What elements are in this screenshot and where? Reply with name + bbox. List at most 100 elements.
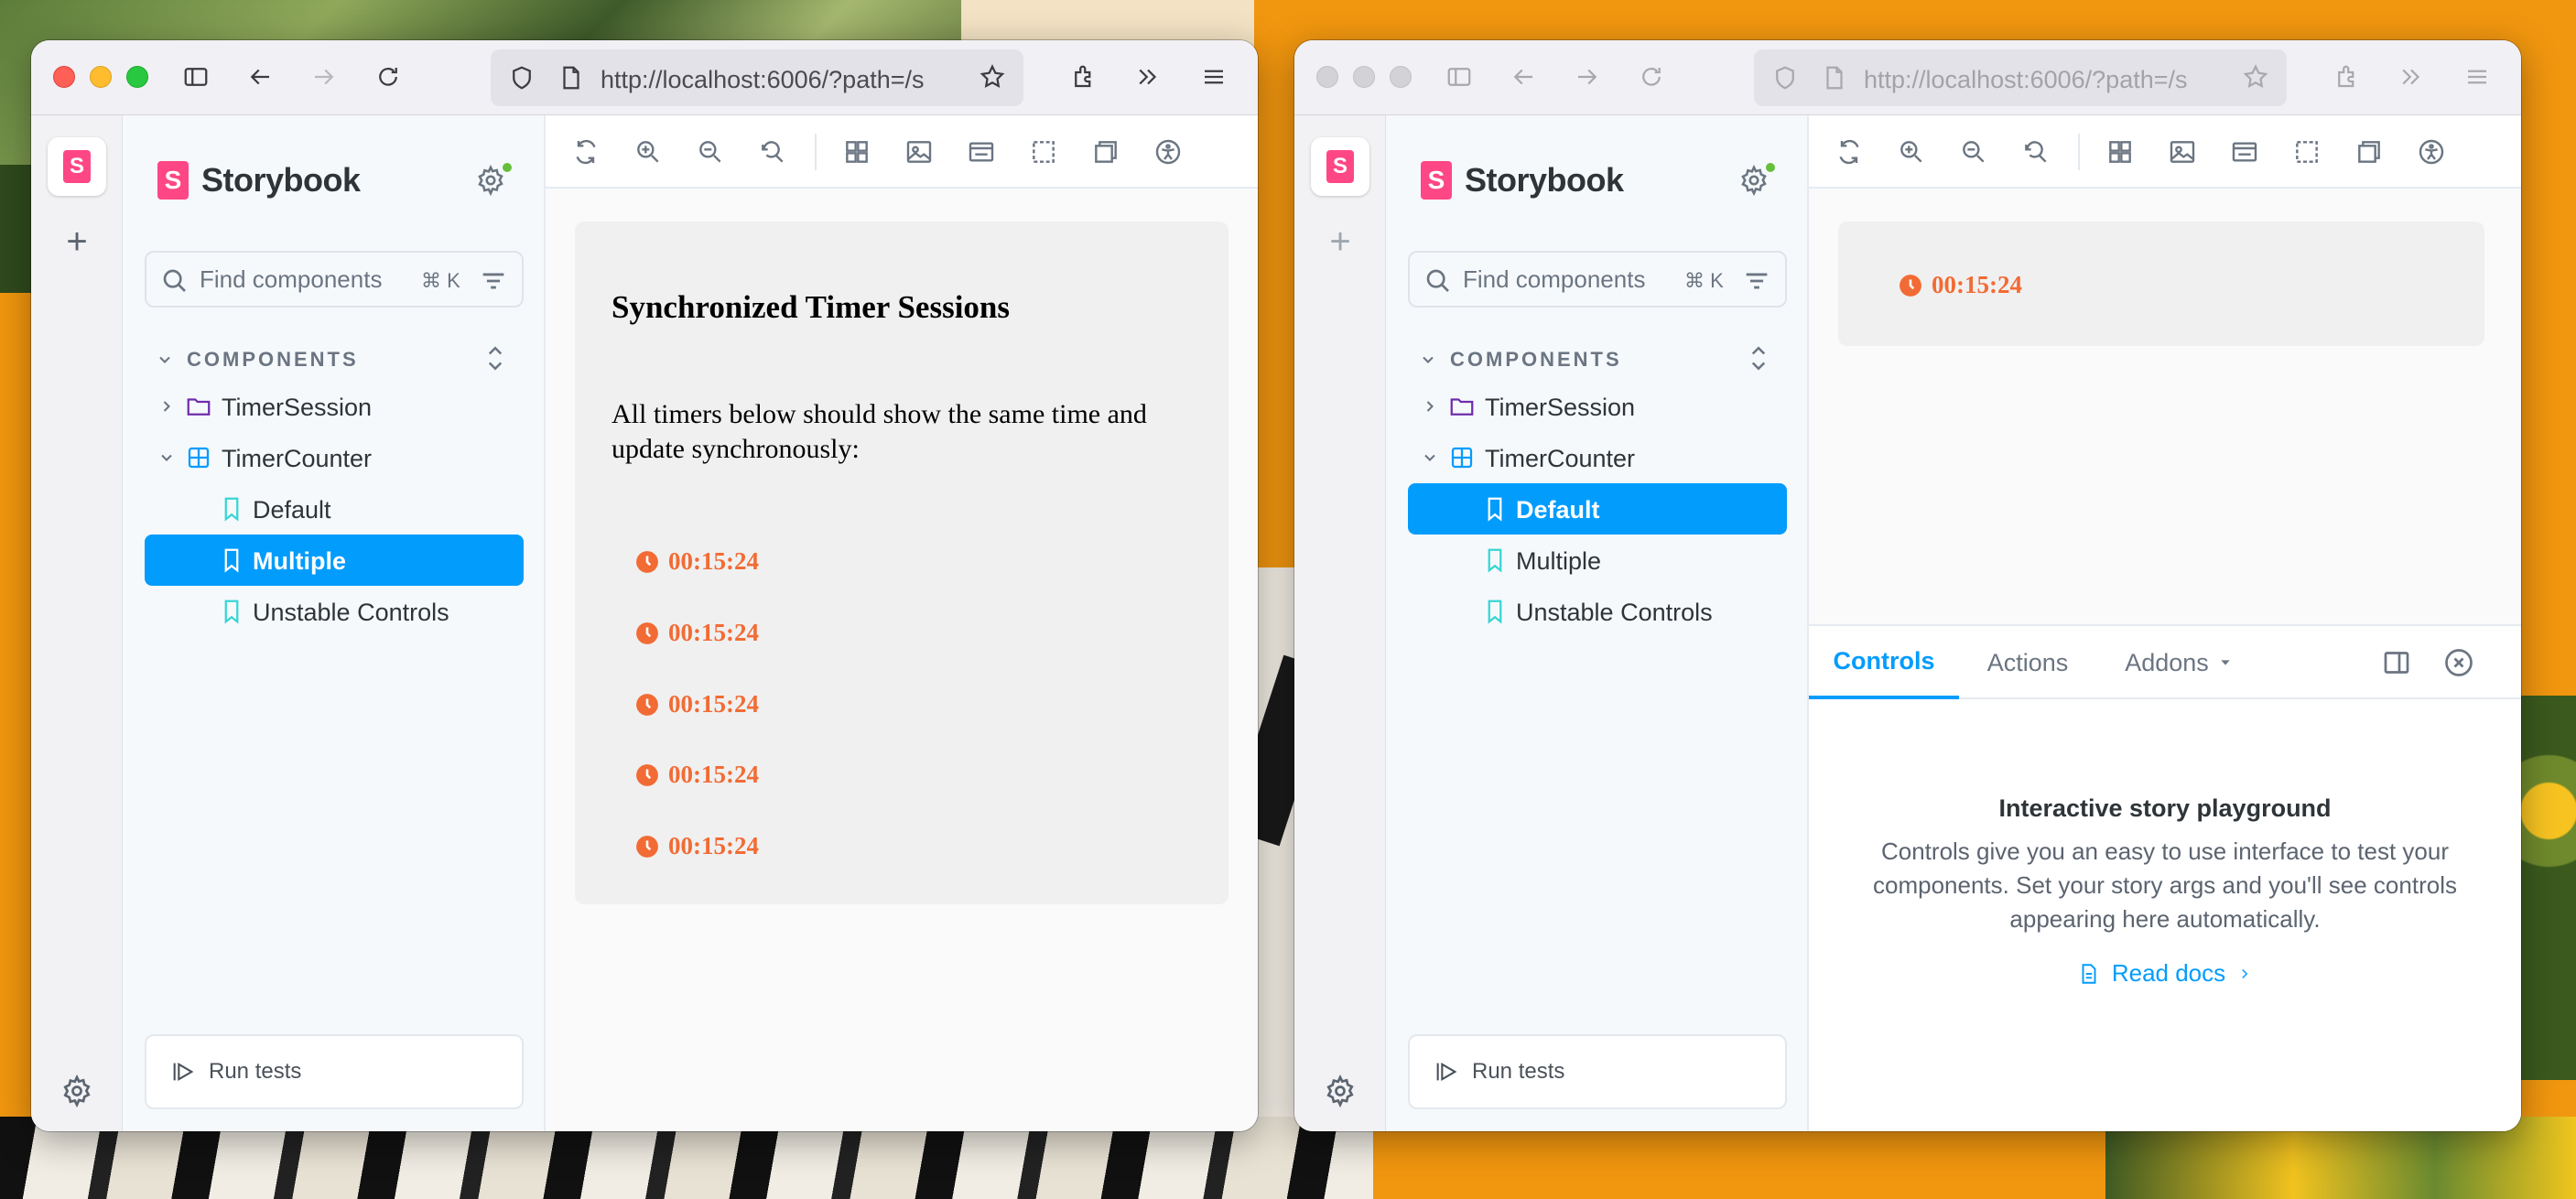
reload-icon[interactable] [1633,59,1670,95]
search-input[interactable] [200,264,410,295]
story-title: Synchronized Timer Sessions [612,289,1011,325]
url-text[interactable]: http://localhost:6006/?path=/s [1864,66,2221,94]
search-input[interactable] [1463,264,1673,295]
tree-item-timersession[interactable]: TimerSession [1408,381,1787,432]
story-description: All timers below should show the same ti… [612,399,1147,464]
close-icon[interactable] [2442,646,2475,679]
chevron-right-icon [1421,397,1439,416]
viewport-icon[interactable] [2226,134,2263,170]
minimize-window-button[interactable] [1353,66,1375,88]
storybook-app-icon[interactable]: S [48,137,106,196]
back-arrow-icon[interactable] [1505,59,1542,95]
search-box[interactable]: ⌘ K [145,251,524,308]
zoom-out-icon[interactable] [692,134,729,170]
tab-controls[interactable]: Controls [1809,626,1959,699]
panel-orientation-icon[interactable] [2380,646,2413,679]
shield-icon[interactable] [503,59,540,96]
grid-icon[interactable] [839,134,875,170]
extensions-icon[interactable] [1066,59,1102,95]
zoom-in-icon[interactable] [1893,134,1930,170]
story-canvas: 00:15:24 [1838,221,2484,346]
remount-icon[interactable] [568,134,604,170]
plus-icon[interactable]: + [59,223,95,260]
tree-item-default[interactable]: Default [1408,483,1787,535]
accessibility-icon[interactable] [1150,134,1186,170]
sidebar-toggle-icon[interactable] [178,59,214,95]
preview-toolbar [1809,115,2521,189]
overflow-icon[interactable] [1130,59,1166,95]
tree-item-default[interactable]: Default [145,483,524,535]
read-docs-label: Read docs [2111,959,2226,987]
url-bar[interactable]: http://localhost:6006/?path=/s [491,49,1023,106]
bookmark-star-icon[interactable] [974,59,1011,95]
storybook-logo[interactable]: S Storybook [157,161,361,200]
zoom-in-icon[interactable] [630,134,666,170]
tree-item-unstable-controls[interactable]: Unstable Controls [1408,586,1787,637]
zoom-reset-icon[interactable] [754,134,791,170]
tab-actions[interactable]: Actions [1959,626,2096,699]
expand-collapse-icon[interactable] [1745,342,1772,375]
clock-icon [636,621,658,644]
measure-icon[interactable] [1025,134,1062,170]
shield-icon[interactable] [1767,59,1803,96]
read-docs-link[interactable]: Read docs [1809,959,2521,988]
accessibility-icon[interactable] [2413,134,2450,170]
search-icon [159,265,189,295]
forward-arrow-icon[interactable] [1569,59,1606,95]
menu-icon[interactable] [2459,59,2495,95]
grid-icon[interactable] [2102,134,2138,170]
filter-icon[interactable] [1741,265,1772,297]
maximize-window-button[interactable] [126,66,148,88]
tree-item-timersession[interactable]: TimerSession [145,381,524,432]
tree-item-timercounter[interactable]: TimerCounter [1408,432,1787,483]
tree-item-timercounter[interactable]: TimerCounter [145,432,524,483]
background-image-icon[interactable] [901,134,937,170]
tree-item-multiple[interactable]: Multiple [1408,535,1787,586]
run-tests-label: Run tests [1472,1059,1565,1084]
outline-icon[interactable] [1088,134,1124,170]
brand-name: Storybook [1465,161,1624,199]
remount-icon[interactable] [1831,134,1867,170]
bookmark-icon [1481,546,1509,574]
reload-icon[interactable] [370,59,406,95]
close-window-button[interactable] [53,66,75,88]
search-box[interactable]: ⌘ K [1408,251,1787,308]
run-tests-button[interactable]: Run tests [145,1034,524,1109]
sidebar-toggle-icon[interactable] [1441,59,1477,95]
browser-content: S + S Storybook ⌘ K [1294,115,2521,1131]
url-bar[interactable]: http://localhost:6006/?path=/s [1754,49,2287,106]
minimize-window-button[interactable] [90,66,112,88]
overflow-icon[interactable] [2393,59,2430,95]
expand-collapse-icon[interactable] [482,342,509,375]
menu-icon[interactable] [1196,59,1232,95]
storybook-app-icon[interactable]: S [1311,137,1369,196]
tab-addons[interactable]: Addons [2096,626,2261,699]
components-section-header[interactable]: COMPONENTS [156,348,359,372]
viewport-icon[interactable] [963,134,1000,170]
maximize-window-button[interactable] [1390,66,1412,88]
url-text[interactable]: http://localhost:6006/?path=/s [601,66,958,94]
tree-item-unstable-controls[interactable]: Unstable Controls [145,586,524,637]
zoom-reset-icon[interactable] [2018,134,2054,170]
gear-icon[interactable] [60,1074,93,1108]
bookmark-star-icon[interactable] [2237,59,2274,95]
folder-icon [185,393,212,420]
extensions-icon[interactable] [2329,59,2365,95]
chevron-right-icon [157,397,176,416]
plus-icon[interactable]: + [1322,223,1358,260]
close-window-button[interactable] [1316,66,1338,88]
forward-arrow-icon[interactable] [306,59,342,95]
storybook-logo[interactable]: S Storybook [1421,161,1624,200]
run-tests-label: Run tests [209,1059,302,1084]
zoom-out-icon[interactable] [1955,134,1992,170]
tree-item-multiple[interactable]: Multiple [145,535,524,586]
gear-icon[interactable] [1324,1074,1357,1108]
outline-icon[interactable] [2351,134,2387,170]
run-tests-button[interactable]: Run tests [1408,1034,1787,1109]
background-image-icon[interactable] [2164,134,2201,170]
filter-icon[interactable] [478,265,509,297]
components-section-header[interactable]: COMPONENTS [1419,348,1622,372]
measure-icon[interactable] [2289,134,2325,170]
back-arrow-icon[interactable] [242,59,278,95]
play-icon [1434,1059,1459,1085]
